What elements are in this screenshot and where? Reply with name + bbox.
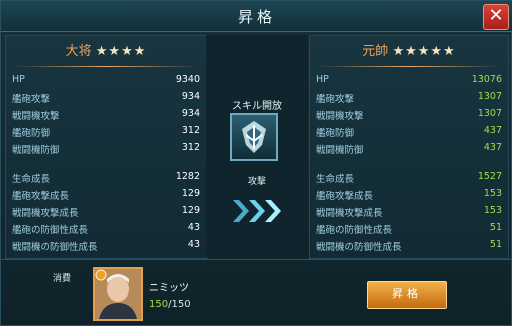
growth-row: 戦闘機攻撃成長 153 bbox=[316, 203, 502, 219]
admiral-portrait-icon bbox=[95, 269, 141, 319]
growth-value: 43 bbox=[187, 239, 200, 250]
stat-value: 1307 bbox=[477, 91, 502, 102]
growth-row: 戦闘機の防御性成長 43 bbox=[12, 237, 200, 253]
next-rank-header: 元帥 ★★★★★ bbox=[310, 40, 508, 62]
stat-row: 艦砲防御 312 bbox=[12, 123, 200, 139]
stat-value: 312 bbox=[181, 125, 200, 136]
growth-row: 生命成長 1282 bbox=[12, 169, 200, 185]
stat-label: 戦闘機攻撃 bbox=[316, 111, 364, 122]
stat-value: 13076 bbox=[471, 74, 502, 85]
close-button[interactable]: ✕ bbox=[483, 4, 509, 30]
growth-row: 艦砲攻撃成長 129 bbox=[12, 186, 200, 202]
stat-value: 934 bbox=[181, 91, 200, 102]
stat-value: 9340 bbox=[175, 74, 200, 85]
skill-unlock-label: スキル開放 bbox=[232, 101, 282, 112]
stat-label: HP bbox=[316, 74, 329, 85]
stat-label: 艦砲防御 bbox=[12, 128, 51, 139]
growth-row: 艦砲の防御性成長 51 bbox=[316, 220, 502, 236]
rank-divider bbox=[318, 66, 500, 67]
stat-value: 437 bbox=[483, 142, 502, 153]
stat-row: 戦闘機攻撃 934 bbox=[12, 106, 200, 122]
stat-row: 艦砲攻撃 1307 bbox=[316, 89, 502, 105]
stat-row: 戦闘機攻撃 1307 bbox=[316, 106, 502, 122]
stat-value: 934 bbox=[181, 108, 200, 119]
growth-row: 艦砲の防御性成長 43 bbox=[12, 220, 200, 236]
growth-value: 43 bbox=[187, 222, 200, 233]
current-rank-stars: ★★★★ bbox=[95, 44, 147, 59]
current-rank-name: 大将 bbox=[65, 44, 92, 59]
stat-row: 戦闘機防御 437 bbox=[316, 140, 502, 156]
rank-divider bbox=[14, 66, 198, 67]
chevron-right-icon bbox=[233, 200, 281, 222]
stat-value: 312 bbox=[181, 142, 200, 153]
growth-row: 戦闘機の防御性成長 51 bbox=[316, 237, 502, 253]
growth-label: 艦砲攻撃成長 bbox=[316, 191, 374, 202]
current-rank-panel: 大将 ★★★★ HP 9340 艦砲攻撃 934 戦闘機攻撃 934 艦砲防御 312 … bbox=[5, 35, 207, 259]
growth-value: 129 bbox=[181, 205, 200, 216]
stat-label: 艦砲攻撃 bbox=[316, 94, 355, 105]
growth-value: 153 bbox=[483, 188, 502, 199]
growth-value: 51 bbox=[489, 239, 502, 250]
growth-label: 戦闘機攻撃成長 bbox=[12, 208, 79, 219]
title-bar: 昇格 ✕ bbox=[1, 1, 512, 32]
consume-required: /150 bbox=[168, 299, 191, 310]
stat-label: HP bbox=[12, 74, 25, 85]
growth-value: 129 bbox=[181, 188, 200, 199]
current-rank-header: 大将 ★★★★ bbox=[6, 40, 206, 62]
stat-row: HP 9340 bbox=[12, 72, 200, 88]
growth-label: 艦砲攻撃成長 bbox=[12, 191, 70, 202]
growth-value: 51 bbox=[489, 222, 502, 233]
stat-label: 戦闘機攻撃 bbox=[12, 111, 60, 122]
consume-current: 150 bbox=[149, 299, 169, 310]
stat-label: 艦砲攻撃 bbox=[12, 94, 51, 105]
stat-row: 艦砲攻撃 934 bbox=[12, 89, 200, 105]
consume-count: 150/150 bbox=[149, 299, 191, 310]
footer-divider bbox=[1, 259, 511, 260]
consume-item-name: ニミッツ bbox=[149, 283, 189, 294]
avatar[interactable] bbox=[93, 267, 143, 321]
growth-label: 艦砲の防御性成長 bbox=[316, 225, 393, 236]
growth-label: 戦闘機の防御性成長 bbox=[12, 242, 98, 253]
growth-label: 戦闘機攻撃成長 bbox=[316, 208, 383, 219]
next-rank-name: 元帥 bbox=[362, 44, 389, 59]
stat-row: 艦砲防御 437 bbox=[316, 123, 502, 139]
stat-value: 1307 bbox=[477, 108, 502, 119]
stat-row: HP 13076 bbox=[316, 72, 502, 88]
next-rank-stars: ★★★★★ bbox=[392, 44, 456, 59]
next-rank-panel: 元帥 ★★★★★ HP 13076 艦砲攻撃 1307 戦闘機攻撃 1307 艦砲防御… bbox=[309, 35, 509, 259]
growth-value: 153 bbox=[483, 205, 502, 216]
growth-row: 艦砲攻撃成長 153 bbox=[316, 186, 502, 202]
consume-label: 消費 bbox=[53, 274, 72, 284]
stat-label: 戦闘機防御 bbox=[316, 145, 364, 156]
skill-attack-icon[interactable] bbox=[230, 113, 278, 161]
growth-value: 1282 bbox=[175, 171, 200, 182]
growth-label: 艦砲の防御性成長 bbox=[12, 225, 89, 236]
stat-label: 艦砲防御 bbox=[316, 128, 355, 139]
growth-value: 1527 bbox=[477, 171, 502, 182]
growth-row: 生命成長 1527 bbox=[316, 169, 502, 185]
promotion-window: 昇格 ✕ 大将 ★★★★ HP 9340 艦砲攻撃 934 戦闘機攻撃 934 艦砲防… bbox=[0, 0, 512, 326]
upgrade-button[interactable]: 昇格 bbox=[367, 281, 447, 309]
skill-name: 攻撃 bbox=[247, 177, 266, 187]
stat-label: 戦闘機防御 bbox=[12, 145, 60, 156]
stat-row: 戦闘機防御 312 bbox=[12, 140, 200, 156]
stat-value: 437 bbox=[483, 125, 502, 136]
growth-label: 戦闘機の防御性成長 bbox=[316, 242, 402, 253]
growth-label: 生命成長 bbox=[316, 174, 355, 185]
growth-label: 生命成長 bbox=[12, 174, 51, 185]
window-title: 昇格 bbox=[237, 8, 276, 26]
growth-row: 戦闘機攻撃成長 129 bbox=[12, 203, 200, 219]
